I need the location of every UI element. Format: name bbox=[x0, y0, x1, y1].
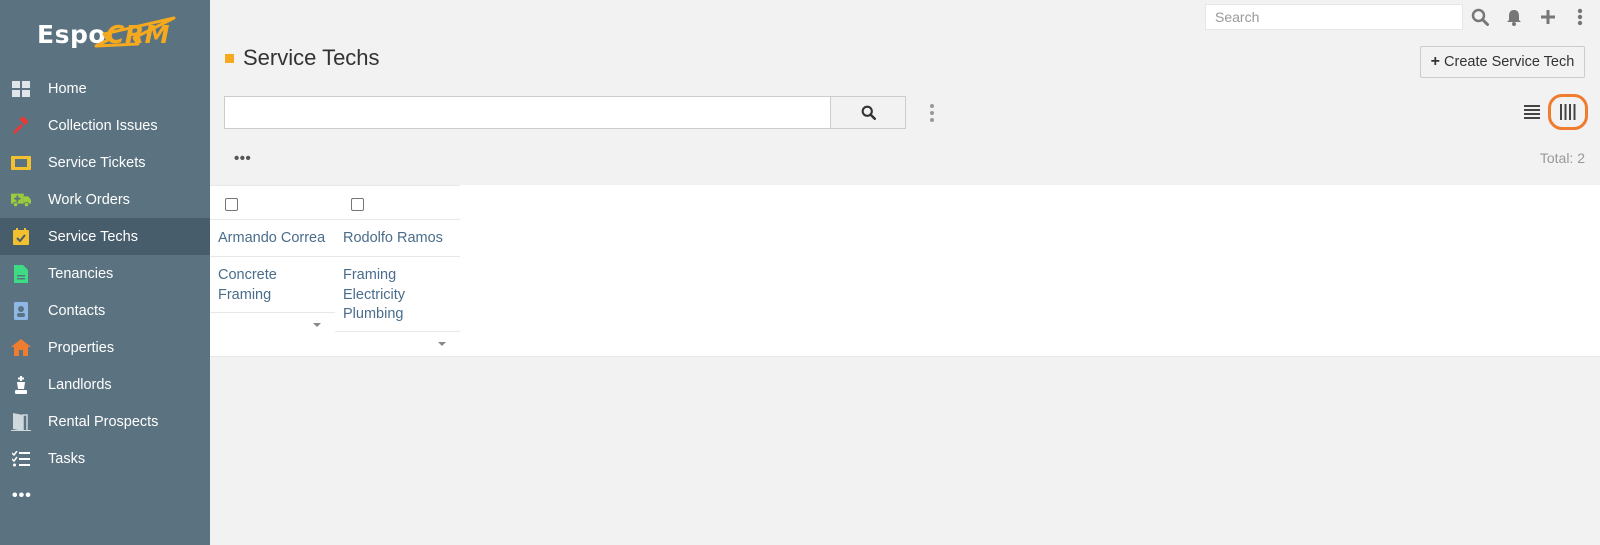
skill-item: Plumbing bbox=[343, 306, 404, 322]
sidebar-item-home[interactable]: Home bbox=[0, 70, 210, 107]
sidebar-item-service-tickets[interactable]: Service Tickets bbox=[0, 144, 210, 181]
card-skills: Framing Electricity Plumbing bbox=[335, 257, 460, 332]
plus-icon: + bbox=[1430, 53, 1441, 70]
sidebar-item-label: Collection Issues bbox=[48, 117, 158, 134]
sidebar-item-contacts[interactable]: Contacts bbox=[0, 292, 210, 329]
create-service-tech-button[interactable]: + Create Service Tech bbox=[1420, 46, 1585, 78]
column-header bbox=[335, 185, 460, 220]
plus-icon[interactable] bbox=[1538, 6, 1558, 28]
sidebar-item-work-orders[interactable]: Work Orders bbox=[0, 181, 210, 218]
list-view-button[interactable] bbox=[1522, 101, 1542, 123]
column-header bbox=[210, 185, 335, 220]
create-button-label: Create Service Tech bbox=[1444, 54, 1575, 70]
sidebar-item-label: Work Orders bbox=[48, 191, 130, 208]
sidebar-item-service-techs[interactable]: Service Techs bbox=[0, 218, 210, 255]
sidebar-nav: Home Collection Issues Service Tickets W… bbox=[0, 70, 210, 477]
kanban-column: Rodolfo Ramos Framing Electricity Plumbi… bbox=[335, 185, 460, 354]
truck-medical-icon bbox=[11, 190, 31, 210]
kanban-view-button[interactable] bbox=[1548, 94, 1588, 130]
card-dropdown-caret-icon[interactable] bbox=[438, 342, 446, 346]
kanban-board: Armando Correa Concrete Framing Rodolfo … bbox=[210, 185, 1600, 357]
card-name-link[interactable]: Armando Correa bbox=[210, 220, 335, 257]
logo-swoosh-icon bbox=[94, 16, 176, 48]
skill-item: Framing bbox=[218, 286, 272, 303]
list-search-input[interactable] bbox=[224, 96, 831, 129]
contact-card-icon bbox=[11, 301, 31, 321]
list-view-icon bbox=[1524, 105, 1540, 119]
sidebar-item-label: Contacts bbox=[48, 302, 106, 319]
card-footer bbox=[210, 313, 335, 335]
tasks-icon bbox=[11, 449, 31, 469]
skill-item: Concrete bbox=[218, 267, 277, 283]
filter-menu-button[interactable] bbox=[926, 102, 938, 124]
sidebar-more-button[interactable]: ••• bbox=[0, 477, 210, 514]
sidebar-item-properties[interactable]: Properties bbox=[0, 329, 210, 366]
sidebar-item-collection-issues[interactable]: Collection Issues bbox=[0, 107, 210, 144]
sidebar-item-label: Tenancies bbox=[48, 265, 114, 282]
home-grid-icon bbox=[11, 79, 31, 99]
sidebar-item-label: Service Tickets bbox=[48, 154, 146, 171]
mass-actions-button[interactable]: ••• bbox=[234, 150, 251, 167]
entity-color-square bbox=[225, 53, 234, 63]
page-title[interactable]: Service Techs bbox=[243, 45, 380, 71]
column-checkbox[interactable] bbox=[225, 198, 238, 211]
skill-item: Framing bbox=[343, 267, 397, 283]
kanban-card[interactable]: Rodolfo Ramos Framing Electricity Plumbi… bbox=[335, 220, 460, 354]
sidebar-item-label: Tasks bbox=[48, 450, 86, 467]
search-icon bbox=[861, 105, 876, 120]
sidebar-item-landlords[interactable]: Landlords bbox=[0, 366, 210, 403]
sidebar-item-tasks[interactable]: Tasks bbox=[0, 440, 210, 477]
sidebar-item-rental-prospects[interactable]: Rental Prospects bbox=[0, 403, 210, 440]
chess-king-icon bbox=[11, 375, 31, 395]
page-header: Service Techs bbox=[225, 45, 380, 71]
card-name-link[interactable]: Rodolfo Ramos bbox=[335, 220, 460, 257]
door-open-icon bbox=[11, 412, 31, 432]
house-icon bbox=[11, 338, 31, 358]
bell-icon[interactable] bbox=[1504, 6, 1524, 28]
list-search-button[interactable] bbox=[830, 96, 906, 129]
sidebar: EspoCRM Home Collection Issues Service T… bbox=[0, 0, 210, 545]
menu-vertical-dots-icon[interactable] bbox=[1570, 6, 1590, 28]
kanban-view-icon bbox=[1560, 104, 1576, 120]
logo[interactable]: EspoCRM bbox=[0, 0, 210, 70]
column-checkbox[interactable] bbox=[351, 198, 364, 211]
ticket-icon bbox=[11, 153, 31, 173]
total-count: Total: 2 bbox=[1539, 150, 1585, 166]
kanban-card[interactable]: Armando Correa Concrete Framing bbox=[210, 220, 335, 335]
document-icon bbox=[11, 264, 31, 284]
sidebar-item-tenancies[interactable]: Tenancies bbox=[0, 255, 210, 292]
sidebar-item-label: Rental Prospects bbox=[48, 413, 159, 430]
sidebar-item-label: Service Techs bbox=[48, 228, 138, 245]
calendar-check-icon bbox=[11, 227, 31, 247]
top-navbar bbox=[210, 0, 1600, 34]
global-search-input[interactable] bbox=[1205, 4, 1463, 30]
sidebar-item-label: Properties bbox=[48, 339, 115, 356]
skill-item: Electricity bbox=[343, 286, 406, 303]
sidebar-item-label: Landlords bbox=[48, 376, 112, 393]
search-icon[interactable] bbox=[1470, 6, 1490, 28]
card-footer bbox=[335, 332, 460, 354]
card-dropdown-caret-icon[interactable] bbox=[313, 323, 321, 327]
card-skills: Concrete Framing bbox=[210, 257, 335, 313]
gavel-icon bbox=[11, 116, 31, 136]
sidebar-item-label: Home bbox=[48, 80, 87, 97]
kanban-column: Armando Correa Concrete Framing bbox=[210, 185, 335, 335]
